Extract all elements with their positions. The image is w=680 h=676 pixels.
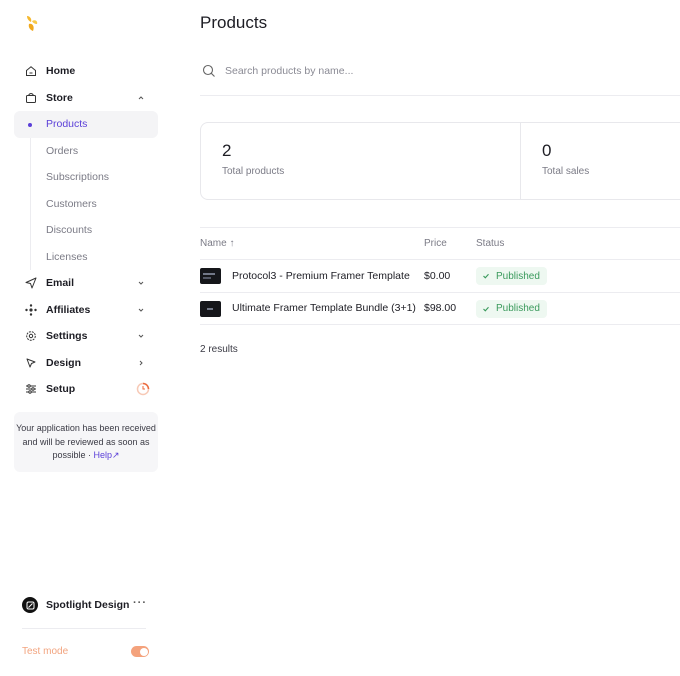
sidebar-item-customers[interactable]: Customers <box>14 191 158 218</box>
sidebar-item-label: Home <box>46 65 76 78</box>
sidebar-item-home[interactable]: Home <box>14 58 158 85</box>
sidebar-sub-label: Subscriptions <box>46 171 110 184</box>
send-icon <box>24 277 37 290</box>
sidebar-item-label: Store <box>46 91 73 104</box>
product-price: $98.00 <box>424 302 457 315</box>
results-count: 2 results <box>200 344 238 355</box>
status-label: Published <box>496 303 540 314</box>
main-content: Products 2 Total products 0 Total sales … <box>200 0 680 676</box>
product-thumbnail <box>200 300 221 317</box>
sidebar-sub-label: Orders <box>46 144 79 157</box>
more-options-button[interactable]: ··· <box>133 597 147 609</box>
sidebar-sub-label: Discounts <box>46 224 93 237</box>
sidebar-item-design[interactable]: Design <box>14 350 158 377</box>
status-label: Published <box>496 270 540 282</box>
external-arrow-icon: ↗ <box>112 450 120 460</box>
check-icon <box>483 273 489 279</box>
stat-label: Total sales <box>541 166 590 177</box>
product-price: $0.00 <box>424 269 451 282</box>
divider <box>22 628 146 629</box>
sidebar-item-settings[interactable]: Settings <box>14 323 158 350</box>
sidebar-item-licenses[interactable]: Licenses <box>14 244 158 271</box>
application-notice: Your application has been received and w… <box>14 412 158 472</box>
sidebar-item-label: Affiliates <box>46 303 91 316</box>
search-bar <box>200 58 680 96</box>
test-mode-label: Test mode <box>22 646 69 657</box>
check-icon <box>483 306 489 312</box>
status-badge: Published <box>476 267 547 285</box>
active-dot <box>28 123 32 127</box>
sidebar-item-label: Setup <box>46 383 76 396</box>
chevron-down-icon[interactable] <box>136 331 146 341</box>
stats-card: 2 Total products 0 Total sales <box>200 122 680 200</box>
sidebar-sub-label: Customers <box>46 197 97 210</box>
store-submenu: Products Orders Subscriptions Customers … <box>14 111 158 270</box>
sidebar-item-store[interactable]: Store <box>14 85 158 112</box>
chevron-down-icon[interactable] <box>136 278 146 288</box>
sidebar-item-products[interactable]: Products <box>14 111 158 138</box>
sidebar-item-orders[interactable]: Orders <box>14 138 158 165</box>
product-thumbnail <box>200 268 221 284</box>
sidebar-nav: Home Store Products Orders Subscriptions… <box>14 58 158 403</box>
search-input[interactable] <box>225 65 525 77</box>
gear-icon <box>24 330 37 343</box>
affiliates-icon <box>24 303 37 316</box>
table-header: Name ↑ Price Status <box>200 227 680 260</box>
table-row[interactable]: Ultimate Framer Template Bundle (3+1) $9… <box>200 293 680 325</box>
sidebar-item-setup[interactable]: Setup <box>14 376 158 403</box>
sliders-icon <box>24 383 37 396</box>
status-badge: Published <box>476 299 547 318</box>
sidebar-item-label: Email <box>46 277 75 290</box>
table-row[interactable]: Protocol3 - Premium Framer Template $0.0… <box>200 260 680 293</box>
stat-value: 2 <box>222 141 232 160</box>
account-name: Spotlight Design <box>46 599 130 611</box>
page-title: Products <box>200 13 268 32</box>
avatar <box>22 597 38 613</box>
toggle-knob <box>139 647 148 656</box>
column-header-status[interactable]: Status <box>476 238 504 249</box>
sidebar: Home Store Products Orders Subscriptions… <box>0 0 172 676</box>
sidebar-sub-label: Licenses <box>46 250 88 263</box>
chevron-up-icon[interactable] <box>136 93 146 103</box>
stat-total-sales: 0 Total sales <box>519 123 680 199</box>
home-icon <box>24 65 37 78</box>
sidebar-item-label: Design <box>46 356 82 369</box>
search-icon <box>202 64 215 77</box>
stat-total-products: 2 Total products <box>201 123 520 199</box>
account-switcher[interactable]: Spotlight Design ··· <box>22 596 150 614</box>
product-name: Protocol3 - Premium Framer Template <box>232 269 410 282</box>
help-label: Help <box>93 450 112 460</box>
help-link[interactable]: Help↗ <box>93 450 119 460</box>
sidebar-item-subscriptions[interactable]: Subscriptions <box>14 164 158 191</box>
column-header-name[interactable]: Name ↑ <box>200 238 234 249</box>
sidebar-item-label: Settings <box>46 330 88 343</box>
stat-value: 0 <box>541 141 552 160</box>
cursor-icon <box>24 356 37 369</box>
sidebar-item-affiliates[interactable]: Affiliates <box>14 297 158 324</box>
chevron-right-icon[interactable] <box>136 358 146 368</box>
sidebar-sub-label: Products <box>46 118 88 131</box>
sidebar-item-discounts[interactable]: Discounts <box>14 217 158 244</box>
column-header-price[interactable]: Price <box>424 238 447 249</box>
test-mode-toggle[interactable] <box>131 646 149 657</box>
sidebar-item-email[interactable]: Email <box>14 270 158 297</box>
app-logo[interactable] <box>24 15 40 33</box>
product-name: Ultimate Framer Template Bundle (3+1) <box>232 302 416 315</box>
stat-label: Total products <box>222 166 285 177</box>
notice-text: Your application has been received and w… <box>16 423 156 460</box>
chevron-down-icon[interactable] <box>136 305 146 315</box>
progress-ring-icon <box>136 382 150 396</box>
bag-icon <box>24 91 37 104</box>
products-table: Name ↑ Price Status Protocol3 - Premium … <box>200 227 680 355</box>
